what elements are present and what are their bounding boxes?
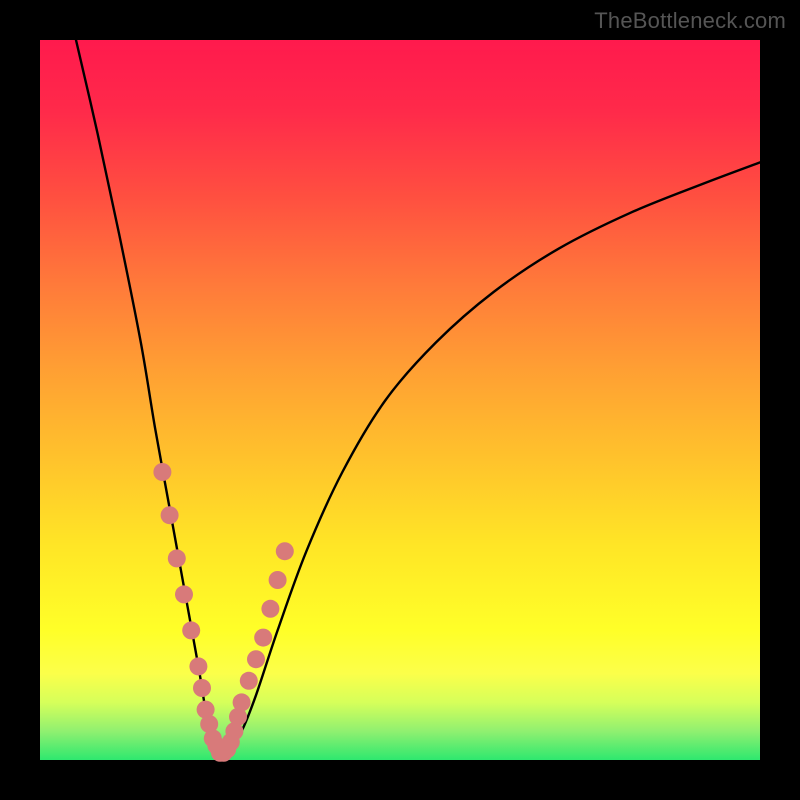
- bead: [182, 621, 200, 639]
- bead: [175, 585, 193, 603]
- watermark-text: TheBottleneck.com: [594, 8, 786, 34]
- bead: [247, 650, 265, 668]
- bead: [153, 463, 171, 481]
- bottleneck-curve: [76, 40, 760, 755]
- chart-frame: TheBottleneck.com: [0, 0, 800, 800]
- curve-layer: [40, 40, 760, 760]
- bead: [254, 629, 272, 647]
- bead: [261, 600, 279, 618]
- bead: [161, 506, 179, 524]
- bead: [269, 571, 287, 589]
- bead: [240, 672, 258, 690]
- bead: [276, 542, 294, 560]
- bead: [189, 657, 207, 675]
- plot-area: [40, 40, 760, 760]
- bead: [233, 693, 251, 711]
- bead: [193, 679, 211, 697]
- highlight-beads: [153, 463, 293, 762]
- bead: [168, 549, 186, 567]
